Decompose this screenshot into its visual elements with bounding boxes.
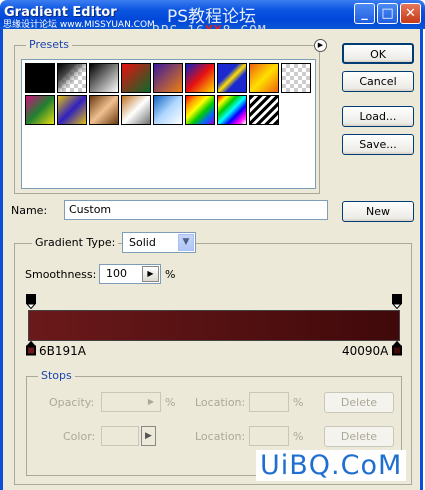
brand-logo: UiBQ.CoM — [256, 450, 407, 481]
opacity-label: Opacity: — [49, 396, 95, 409]
new-button[interactable]: New — [342, 201, 414, 222]
save-button[interactable]: Save... — [342, 134, 414, 155]
ok-button[interactable]: OK — [342, 43, 414, 64]
preset-swatch[interactable] — [89, 95, 119, 125]
preset-swatch[interactable] — [153, 63, 183, 93]
color-swatch-field[interactable] — [101, 426, 139, 446]
preset-swatch[interactable] — [217, 95, 247, 125]
right-arrow-circle-icon[interactable]: ▶ — [314, 39, 327, 52]
right-color-hex: 40090A — [342, 344, 389, 358]
preset-swatch[interactable] — [89, 63, 119, 93]
smoothness-arrow-icon[interactable]: ▶ — [142, 266, 159, 282]
color-location-input[interactable] — [249, 426, 289, 446]
opacity-input[interactable]: ▶ — [101, 392, 161, 412]
gradient-preview-bar[interactable] — [28, 310, 400, 341]
opacity-location-input[interactable] — [249, 392, 289, 412]
preset-swatch[interactable] — [185, 95, 215, 125]
minimize-icon: _ — [361, 6, 368, 21]
preset-swatch[interactable] — [57, 95, 87, 125]
name-input[interactable]: Custom — [64, 200, 328, 220]
opacity-location-label: Location: — [195, 396, 246, 409]
opacity-stop-left[interactable] — [25, 294, 37, 310]
opacity-arrow-icon: ▶ — [147, 397, 155, 406]
color-label: Color: — [63, 430, 96, 443]
close-button[interactable]: ✕ — [400, 3, 421, 24]
presets-swatch-area — [21, 59, 316, 189]
name-label: Name: — [11, 204, 48, 217]
color-location-unit: % — [293, 430, 304, 443]
preset-swatch[interactable] — [57, 63, 87, 93]
preset-swatch[interactable] — [25, 95, 55, 125]
gradient-type-select[interactable]: Solid ▼ — [122, 232, 196, 253]
gradient-group: Gradient Type: Solid ▼ Smoothness: 100 ▶… — [14, 232, 412, 485]
title-bar[interactable]: Gradient Editor 思缘设计论坛 www.MISSYUAN.COM … — [0, 0, 425, 39]
left-color-hex: 6B191A — [39, 344, 86, 358]
opacity-delete-button[interactable]: Delete — [324, 392, 394, 413]
color-location-label: Location: — [195, 430, 246, 443]
load-button[interactable]: Load... — [342, 106, 414, 127]
color-stop-left[interactable] — [25, 340, 37, 356]
opacity-stop-right[interactable] — [391, 294, 403, 310]
smoothness-unit: % — [165, 268, 176, 281]
presets-group: Presets ▶ — [14, 38, 327, 194]
gradient-type-label: Gradient Type: — [32, 236, 119, 249]
preset-swatch[interactable] — [249, 95, 279, 125]
preset-swatch[interactable] — [185, 63, 215, 93]
preset-swatch[interactable] — [121, 95, 151, 125]
preset-swatch[interactable] — [153, 95, 183, 125]
smoothness-label: Smoothness: — [25, 268, 97, 281]
minimize-button[interactable]: _ — [354, 3, 375, 24]
chevron-down-icon: ▼ — [178, 234, 194, 251]
preset-swatch[interactable] — [249, 63, 279, 93]
preset-swatch[interactable] — [281, 63, 311, 93]
color-delete-button[interactable]: Delete — [324, 426, 394, 447]
maximize-button[interactable]: □ — [377, 3, 398, 24]
color-arrow-icon[interactable]: ▶ — [141, 426, 156, 446]
smoothness-value: 100 — [106, 267, 127, 280]
stops-legend: Stops — [38, 369, 75, 382]
cancel-button[interactable]: Cancel — [342, 71, 414, 92]
presets-legend: Presets — [26, 38, 73, 51]
preset-swatch[interactable] — [121, 63, 151, 93]
preset-swatch[interactable] — [25, 63, 55, 93]
preset-swatch[interactable] — [217, 63, 247, 93]
gradient-type-value: Solid — [129, 236, 156, 249]
maximize-icon: □ — [381, 6, 394, 21]
opacity-unit: % — [165, 396, 176, 409]
close-icon: ✕ — [405, 6, 416, 21]
color-stop-right[interactable] — [391, 340, 403, 356]
opacity-location-unit: % — [293, 396, 304, 409]
dialog-body: Presets ▶ OK Cancel Load... Save... Name… — [0, 29, 423, 490]
smoothness-input[interactable]: 100 ▶ — [99, 264, 161, 284]
